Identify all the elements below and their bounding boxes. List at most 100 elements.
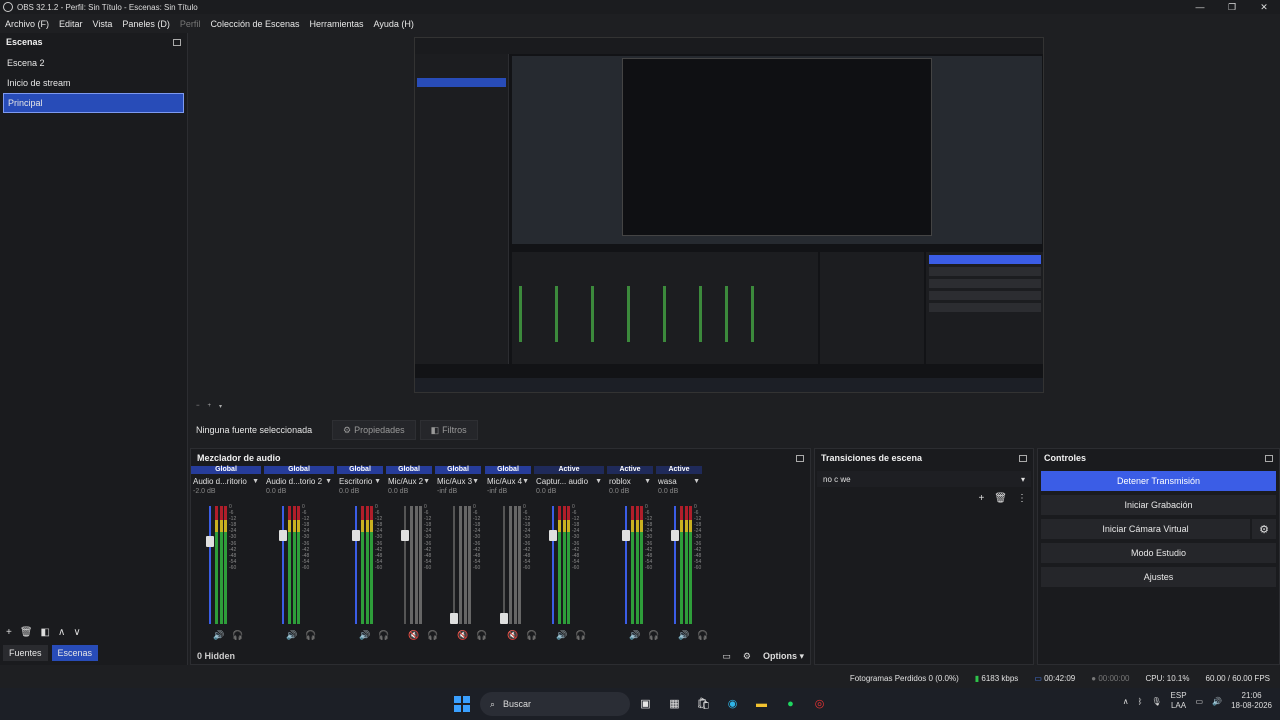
more-icon[interactable]: ⋮ — [1017, 493, 1027, 504]
scene-item[interactable]: Inicio de stream — [0, 73, 187, 93]
speaker-icon[interactable]: 🔊 — [213, 630, 224, 641]
menu-herramientas[interactable]: Herramientas — [305, 19, 369, 29]
settings-button[interactable]: Ajustes — [1041, 567, 1276, 587]
volume-meter[interactable]: 0 -6 -12 -18 -24 -30 -36 -42 -48 -54 -60 — [264, 504, 314, 624]
stop-stream-button[interactable]: Detener Transmisión — [1041, 471, 1276, 491]
start-virtual-camera-button[interactable]: Iniciar Cámara Virtual — [1041, 519, 1250, 539]
volume-meter[interactable]: 0 -6 -12 -18 -24 -30 -36 -42 -48 -54 -60 — [337, 504, 387, 624]
menu-archivo[interactable]: Archivo (F) — [0, 19, 54, 29]
trash-icon[interactable]: 🗑 — [994, 493, 1007, 504]
scene-item[interactable]: Escena 2 — [0, 53, 187, 73]
volume-meter[interactable]: 0 -6 -12 -18 -24 -30 -36 -42 -48 -54 -60 — [534, 504, 584, 624]
undock-icon[interactable] — [173, 38, 181, 46]
undock-icon[interactable] — [796, 454, 804, 462]
filters-button[interactable]: ◧ Filtros — [419, 420, 478, 440]
speaker-icon[interactable]: 🔊 — [359, 630, 370, 641]
close-icon[interactable]: ✕ — [1248, 0, 1280, 14]
headphones-icon[interactable]: 🎧 — [575, 630, 586, 641]
spotify-icon[interactable]: ● — [781, 694, 800, 713]
zoom-out-icon[interactable]: − — [196, 403, 200, 409]
scene-item-selected[interactable]: Principal — [3, 93, 184, 113]
menu-perfil[interactable]: Perfil — [175, 19, 206, 29]
volume-fader-handle[interactable] — [206, 536, 214, 547]
channel-name-dropdown[interactable]: Escritorio ▼ — [337, 475, 383, 488]
tab-escenas[interactable]: Escenas — [51, 645, 99, 661]
properties-button[interactable]: ⚙ Propiedades — [332, 420, 416, 440]
chevron-up-icon[interactable]: ∧ — [1123, 697, 1129, 706]
maximize-icon[interactable]: ❐ — [1216, 0, 1248, 14]
muted-speaker-icon[interactable]: 🔇 — [457, 630, 468, 641]
channel-name-dropdown[interactable]: wasa ▼ — [656, 475, 702, 488]
menu-editar[interactable]: Editar — [54, 19, 88, 29]
undock-icon[interactable] — [1019, 454, 1027, 462]
zoom-dropdown-icon[interactable]: ▾ — [219, 403, 222, 410]
windows-start-icon[interactable] — [454, 696, 470, 712]
start-recording-button[interactable]: Iniciar Grabación — [1041, 495, 1276, 515]
speaker-icon[interactable]: 🔊 — [286, 630, 297, 641]
muted-speaker-icon[interactable]: 🔇 — [507, 630, 518, 641]
taskbar-search[interactable]: ⌕ Buscar — [480, 692, 630, 716]
speaker-icon[interactable]: 🔊 — [629, 630, 640, 641]
file-explorer-icon[interactable]: ▬ — [752, 694, 771, 713]
tab-fuentes[interactable]: Fuentes — [3, 645, 48, 661]
bluetooth-icon[interactable]: ᛒ — [1138, 697, 1143, 706]
app-icon[interactable]: ▦ — [665, 694, 684, 713]
volume-fader-handle[interactable] — [450, 613, 458, 624]
trash-icon[interactable]: 🗑 — [20, 627, 33, 638]
layout-icon[interactable]: ▭ — [722, 651, 731, 662]
speaker-icon[interactable]: 🔊 — [556, 630, 567, 641]
volume-fader-handle[interactable] — [671, 530, 679, 541]
volume-fader-handle[interactable] — [549, 530, 557, 541]
volume-fader-handle[interactable] — [401, 530, 409, 541]
headphones-icon[interactable]: 🎧 — [697, 630, 708, 641]
channel-name-dropdown[interactable]: Audio d...ritorio ▼ — [191, 475, 261, 488]
minimize-icon[interactable]: — — [1184, 0, 1216, 14]
volume-meter[interactable]: 0 -6 -12 -18 -24 -30 -36 -42 -48 -54 -60 — [607, 504, 657, 624]
speaker-icon[interactable]: 🔊 — [678, 630, 689, 641]
gear-icon[interactable]: ⚙ — [1252, 519, 1276, 539]
task-view-icon[interactable]: ▣ — [636, 694, 655, 713]
move-up-icon[interactable]: ∧ — [58, 627, 65, 638]
headphones-icon[interactable]: 🎧 — [232, 630, 243, 641]
zoom-in-icon[interactable]: + — [208, 403, 212, 409]
volume-fader-handle[interactable] — [500, 613, 508, 624]
volume-fader-handle[interactable] — [352, 530, 360, 541]
filter-icon[interactable]: ◧ — [41, 627, 50, 638]
channel-name-dropdown[interactable]: Mic/Aux 4 ▼ — [485, 475, 531, 488]
volume-meter[interactable]: 0 -6 -12 -18 -24 -30 -36 -42 -48 -54 -60 — [191, 504, 241, 624]
channel-name-dropdown[interactable]: roblox ▼ — [607, 475, 653, 488]
channel-name-dropdown[interactable]: Mic/Aux 3 ▼ — [435, 475, 481, 488]
headphones-icon[interactable]: 🎧 — [305, 630, 316, 641]
studio-mode-button[interactable]: Modo Estudio — [1041, 543, 1276, 563]
muted-speaker-icon[interactable]: 🔇 — [408, 630, 419, 641]
volume-icon[interactable]: 🔊 — [1212, 697, 1222, 706]
clock[interactable]: 21:06 18-08-2026 — [1231, 691, 1272, 711]
obs-taskbar-icon[interactable]: ◎ — [810, 694, 829, 713]
add-icon[interactable]: + — [6, 627, 12, 638]
volume-meter[interactable]: 0 -6 -12 -18 -24 -30 -36 -42 -48 -54 -60 — [656, 504, 706, 624]
store-icon[interactable]: 🛍 — [694, 694, 713, 713]
volume-fader-handle[interactable] — [279, 530, 287, 541]
menu-coleccion-escenas[interactable]: Colección de Escenas — [205, 19, 304, 29]
menu-ayuda[interactable]: Ayuda (H) — [369, 19, 419, 29]
program-preview[interactable] — [414, 37, 1044, 393]
options-button[interactable]: Options ▾ — [763, 651, 804, 662]
channel-name-dropdown[interactable]: Audio d...torio 2 ▼ — [264, 475, 334, 488]
volume-fader-handle[interactable] — [622, 530, 630, 541]
volume-meter[interactable]: 0 -6 -12 -18 -24 -30 -36 -42 -48 -54 -60 — [485, 504, 535, 624]
volume-meter[interactable]: 0 -6 -12 -18 -24 -30 -36 -42 -48 -54 -60 — [386, 504, 436, 624]
channel-name-dropdown[interactable]: Mic/Aux 2 ▼ — [386, 475, 432, 488]
monitor-icon[interactable]: ▭ — [1196, 697, 1204, 706]
advanced-audio-icon[interactable]: ⚙ — [743, 651, 751, 662]
volume-meter[interactable]: 0 -6 -12 -18 -24 -30 -36 -42 -48 -54 -60 — [435, 504, 485, 624]
menu-vista[interactable]: Vista — [88, 19, 118, 29]
microphone-icon[interactable]: 🎙 — [1151, 697, 1161, 706]
move-down-icon[interactable]: ∨ — [73, 627, 80, 638]
transition-select[interactable]: no c we ▾ — [817, 471, 1031, 487]
language-indicator[interactable]: ESP LAA — [1171, 691, 1187, 711]
add-icon[interactable]: + — [978, 493, 984, 504]
undock-icon[interactable] — [1265, 454, 1273, 462]
edge-icon[interactable]: ◉ — [723, 694, 742, 713]
channel-name-dropdown[interactable]: Captur... audio ▼ — [534, 475, 604, 488]
menu-paneles[interactable]: Paneles (D) — [117, 19, 175, 29]
